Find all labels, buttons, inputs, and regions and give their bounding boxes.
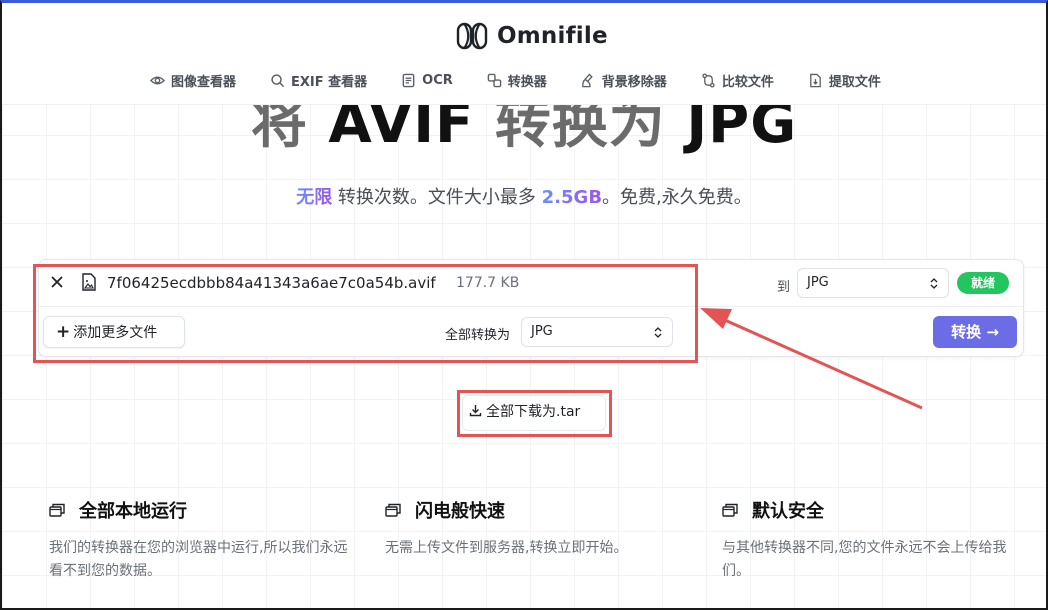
compare-icon xyxy=(702,73,715,88)
nav-item-image-viewer[interactable]: 图像查看器 xyxy=(150,71,236,90)
nav-item-converter[interactable]: 转换器 xyxy=(487,71,547,90)
brush-icon xyxy=(581,73,593,88)
title-target-format: JPG xyxy=(686,105,798,156)
main-nav: 图像查看器 EXIF 查看器 OCR 转换器 背景移除器 比较文件 提取文件 xyxy=(150,71,881,90)
subtitle-highlight: 无限 xyxy=(296,187,333,208)
to-label: 到 xyxy=(777,280,791,295)
feature-desc: 与其他转换器不同,您的文件永远不会上传给我们。 xyxy=(722,540,1007,579)
feature-fast: 闪电般快速 无需上传文件到服务器,转换立即开始。 xyxy=(385,497,685,560)
eye-icon xyxy=(150,76,165,85)
browser-viewport: 将 AVIF 转换为 JPG Omnifile 图像查看器 EXIF 查看器 O… xyxy=(0,0,1048,610)
nav-item-ocr[interactable]: OCR xyxy=(401,73,453,88)
file-size: 177.7 KB xyxy=(456,275,520,291)
image-file-icon xyxy=(82,273,96,291)
convert-all-format-value: JPG xyxy=(531,324,553,339)
title-part: 转换为 xyxy=(474,105,687,156)
remove-file-close-icon[interactable] xyxy=(49,274,65,290)
nav-item-compare-files[interactable]: 比较文件 xyxy=(701,71,774,90)
feature-desc: 无需上传文件到服务器,转换立即开始。 xyxy=(385,540,628,556)
window-stack-icon xyxy=(722,503,738,517)
nav-item-exif-viewer[interactable]: EXIF 查看器 xyxy=(270,71,367,90)
add-more-files-button[interactable]: + 添加更多文件 xyxy=(43,316,185,348)
omnifile-logo-icon xyxy=(456,22,488,50)
brand[interactable]: Omnifile xyxy=(456,21,608,51)
convert-all-format-select[interactable]: JPG xyxy=(521,317,673,347)
status-badge: 就绪 xyxy=(957,272,1009,294)
window-stack-icon xyxy=(385,503,401,517)
feature-desc: 我们的转换器在您的浏览器中运行,所以我们永远看不到您的数据。 xyxy=(49,540,348,579)
feature-title: 全部本地运行 xyxy=(79,501,187,522)
feature-title: 闪电般快速 xyxy=(415,501,505,522)
convert-button[interactable]: 转换 → xyxy=(933,316,1017,348)
target-format-value: JPG xyxy=(807,275,829,290)
hero-title-area: 将 AVIF 转换为 JPG xyxy=(2,105,1046,165)
title-source-format: AVIF xyxy=(328,105,475,156)
nav-label: 提取文件 xyxy=(828,75,881,90)
download-icon xyxy=(469,405,482,417)
window-stack-icon xyxy=(49,503,65,517)
feature-secure: 默认安全 与其他转换器不同,您的文件永远不会上传给我们。 xyxy=(722,497,1022,583)
nav-label: 比较文件 xyxy=(721,75,774,90)
title-part: 将 xyxy=(250,105,329,156)
download-label: 全部下载为.tar xyxy=(486,404,581,420)
site-header: Omnifile 图像查看器 EXIF 查看器 OCR 转换器 背景移除器 比较… xyxy=(2,3,1046,105)
brand-name: Omnifile xyxy=(497,23,608,49)
document-text-icon xyxy=(402,73,415,88)
download-all-tar-button[interactable]: 全部下载为.tar xyxy=(462,395,606,431)
page-title: 将 AVIF 转换为 JPG xyxy=(2,105,1046,157)
subtitle-text: 转换次数。文件大小最多 xyxy=(332,187,542,208)
plus-icon: + xyxy=(56,322,71,342)
nav-label: 背景移除器 xyxy=(601,75,667,90)
extract-file-icon xyxy=(809,73,821,88)
feature-local: 全部本地运行 我们的转换器在您的浏览器中运行,所以我们永远看不到您的数据。 xyxy=(49,497,349,583)
feature-title: 默认安全 xyxy=(752,501,824,522)
file-name: 7f06425ecdbbb84a41343a6ae7c0a54b.avif xyxy=(107,274,436,292)
subtitle: 无限 转换次数。文件大小最多 2.5GB。免费,永久免费。 xyxy=(2,183,1046,209)
file-row: 7f06425ecdbbb84a41343a6ae7c0a54b.avif 17… xyxy=(39,260,1023,306)
card-divider xyxy=(39,306,1023,307)
nav-label: OCR xyxy=(422,73,453,88)
nav-label: 转换器 xyxy=(507,75,547,90)
chevron-up-down-icon xyxy=(930,278,938,289)
nav-label: 图像查看器 xyxy=(171,75,237,90)
target-format-select[interactable]: JPG xyxy=(797,268,949,298)
chevron-up-down-icon xyxy=(654,327,662,338)
nav-label: EXIF 查看器 xyxy=(291,75,368,90)
search-icon xyxy=(271,74,285,88)
nav-item-background-remover[interactable]: 背景移除器 xyxy=(581,71,667,90)
convert-all-label: 全部转换为 xyxy=(445,328,511,343)
convert-icon xyxy=(487,73,502,88)
nav-item-extract-files[interactable]: 提取文件 xyxy=(808,71,881,90)
add-more-label: 添加更多文件 xyxy=(73,325,158,341)
subtitle-text: 。免费,永久免费。 xyxy=(602,187,752,208)
subtitle-highlight: 2.5GB xyxy=(541,187,603,208)
converter-card: 7f06425ecdbbb84a41343a6ae7c0a54b.avif 17… xyxy=(38,259,1024,357)
